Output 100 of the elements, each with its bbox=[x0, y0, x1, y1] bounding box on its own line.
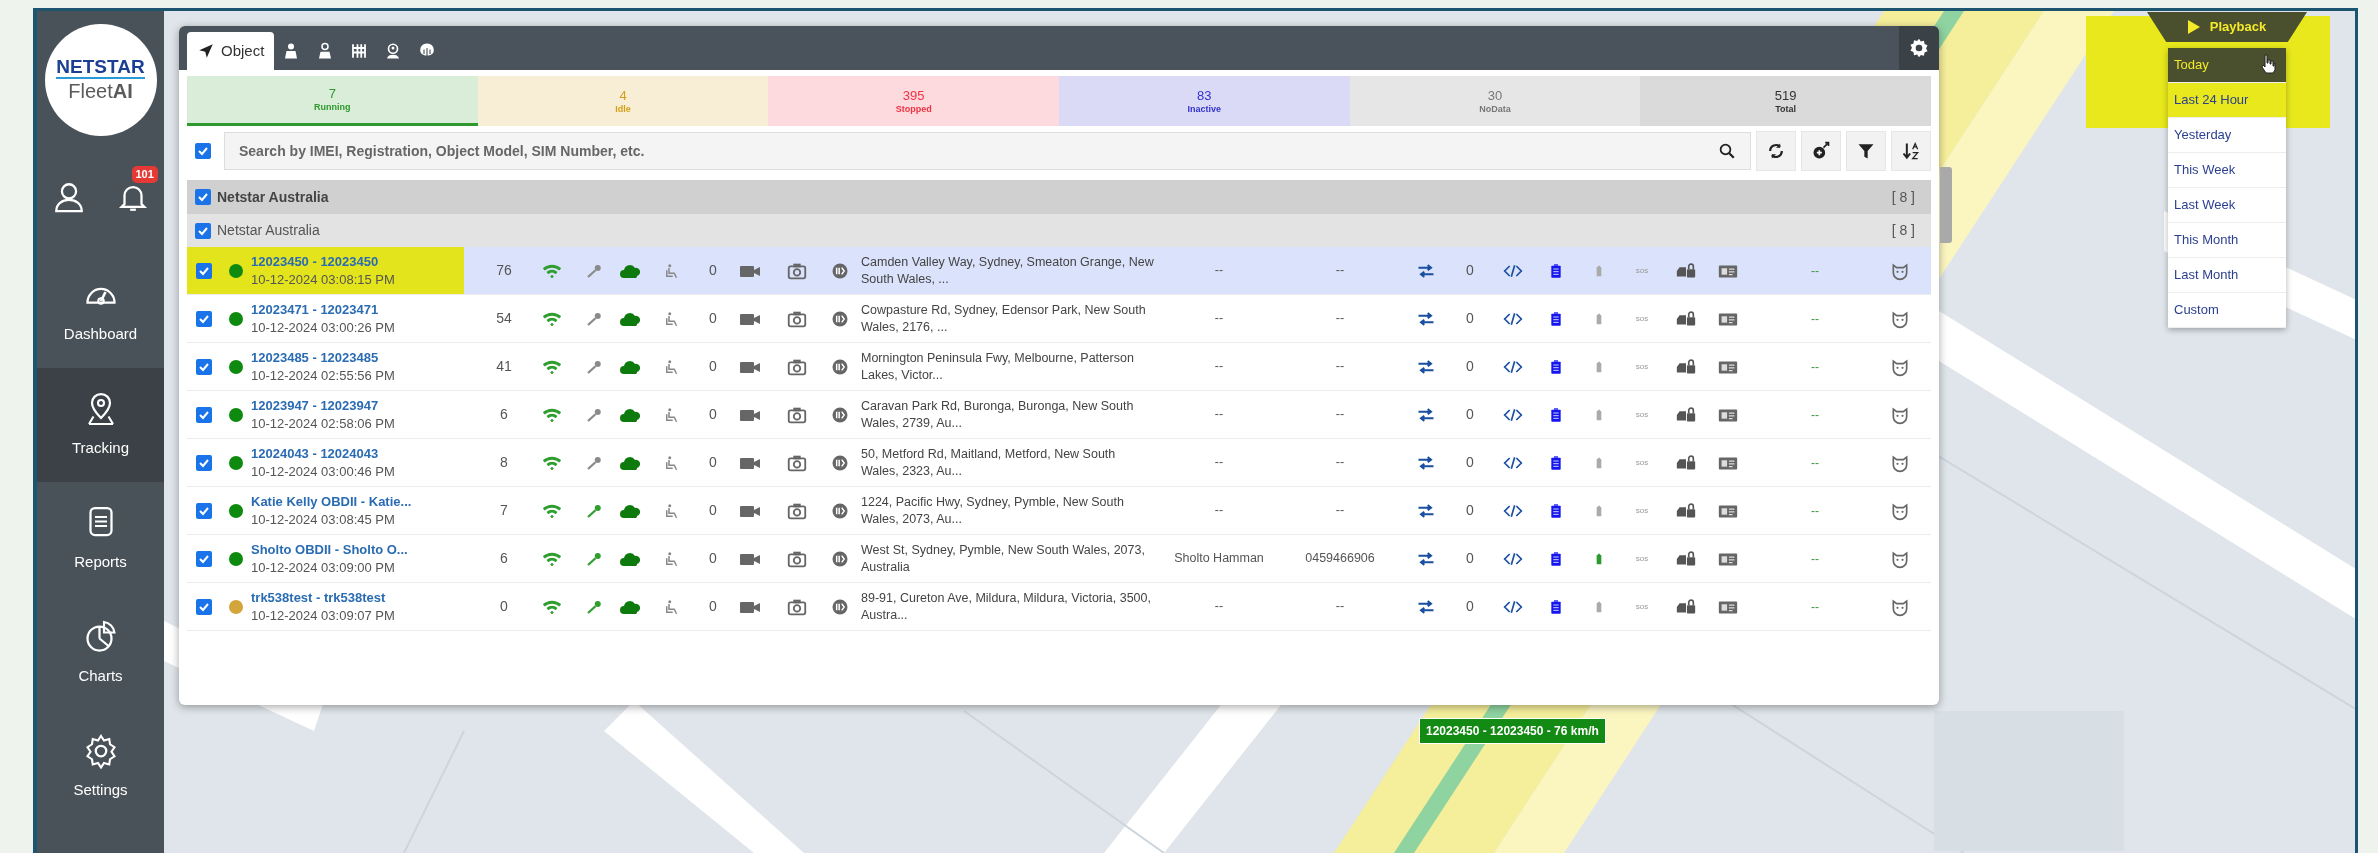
driver-name: -- bbox=[1214, 310, 1224, 327]
checkbox[interactable] bbox=[195, 222, 211, 239]
menu-item[interactable]: Yesterday bbox=[2168, 118, 2286, 153]
search-field[interactable]: Search by IMEI, Registration, Object Model, SIM Number, etc. bbox=[239, 140, 1718, 162]
collapse-handle[interactable] bbox=[1940, 167, 1952, 243]
address-text: Cowpasture Rd, Sydney, Edensor Park, New South Wales, 2176, ... bbox=[861, 301, 1147, 336]
search-icon bbox=[1718, 142, 1736, 160]
address-text: 50, Metford Rd, Maitland, Metford, New South Wales, 2323, Au... bbox=[861, 445, 1117, 480]
count-value: 0 bbox=[1466, 309, 1474, 328]
checkbox[interactable] bbox=[196, 358, 212, 375]
navigation-arrow-icon bbox=[197, 42, 215, 60]
menu-item[interactable]: Today bbox=[2168, 48, 2286, 83]
group-count: [ 8 ] bbox=[1891, 187, 1915, 207]
checkbox[interactable] bbox=[195, 143, 211, 159]
play-icon bbox=[2187, 20, 2200, 34]
speed-value: 6 bbox=[500, 405, 508, 424]
count-value: 0 bbox=[1466, 597, 1474, 616]
nav-item[interactable]: Reports bbox=[37, 482, 164, 596]
count-value: 0 bbox=[709, 309, 717, 328]
vehicle-name-link[interactable]: 12023450 - 12023450 bbox=[251, 252, 484, 270]
settings-icon bbox=[1909, 38, 1929, 58]
group-row[interactable]: Netstar Australia [ 8 ] bbox=[187, 180, 1931, 214]
value-text: -- bbox=[1811, 502, 1819, 520]
timestamp: 10-12-2024 03:08:15 PM bbox=[251, 270, 396, 289]
search-bar[interactable]: Search by IMEI, Registration, Object Model, SIM Number, etc. bbox=[224, 132, 1751, 170]
vehicle-name-link[interactable]: Katie Kelly OBDII - Katie... bbox=[251, 492, 484, 510]
vehicle-name-link[interactable]: 12023947 - 12023947 bbox=[251, 396, 484, 414]
add-marker-icon bbox=[1811, 141, 1831, 161]
sos-label: sos bbox=[1635, 360, 1649, 373]
timestamp: 10-12-2024 03:09:00 PM bbox=[251, 558, 396, 577]
value-text: -- bbox=[1811, 406, 1819, 424]
driver-name: -- bbox=[1214, 598, 1224, 615]
menu-item[interactable]: Last Week bbox=[2168, 188, 2286, 223]
map-marker-label: 12023450 - 12023450 - 76 km/h bbox=[1419, 718, 1606, 744]
count-value: 0 bbox=[1466, 501, 1474, 520]
notification-badge: 101 bbox=[131, 166, 158, 183]
checkbox[interactable] bbox=[196, 502, 212, 519]
vehicle-name-link[interactable]: 12024043 - 12024043 bbox=[251, 444, 484, 462]
count-value: 0 bbox=[1466, 549, 1474, 568]
group-name: Netstar Australia bbox=[217, 221, 320, 240]
status-filter[interactable]: 83 Inactive bbox=[1059, 76, 1350, 126]
sos-label: sos bbox=[1635, 312, 1649, 325]
address-text: Caravan Park Rd, Buronga, Buronga, New South Wales, 2739, Au... bbox=[861, 397, 1135, 432]
vehicle-name-link[interactable]: 12023471 - 12023471 bbox=[251, 300, 484, 318]
add-marker-button[interactable] bbox=[1801, 131, 1841, 171]
status-filter[interactable]: 519 Total bbox=[1640, 76, 1931, 126]
filter-button[interactable] bbox=[1846, 131, 1886, 171]
phone-number: -- bbox=[1335, 358, 1345, 376]
vehicle-name-link[interactable]: 12023485 - 12023485 bbox=[251, 348, 484, 366]
refresh-button[interactable] bbox=[1756, 131, 1796, 171]
checkbox[interactable] bbox=[196, 550, 212, 567]
timestamp: 10-12-2024 03:08:45 PM bbox=[251, 510, 396, 529]
nav-item[interactable]: Charts bbox=[37, 596, 164, 710]
phone-number: -- bbox=[1335, 406, 1345, 424]
menu-item[interactable]: Last 24 Hour bbox=[2168, 83, 2286, 118]
nav-item[interactable]: Settings bbox=[37, 710, 164, 824]
timestamp: 10-12-2024 03:00:26 PM bbox=[251, 318, 396, 337]
sort-icon bbox=[1901, 141, 1921, 161]
value-text: -- bbox=[1811, 550, 1819, 568]
speed-value: 54 bbox=[496, 309, 512, 328]
sos-label: sos bbox=[1635, 504, 1649, 517]
checkbox[interactable] bbox=[196, 310, 212, 327]
menu-item[interactable]: Last Month bbox=[2168, 258, 2286, 293]
status-filter[interactable]: 30 NoData bbox=[1349, 76, 1641, 126]
menu-item[interactable]: Custom bbox=[2168, 293, 2286, 328]
timestamp: 10-12-2024 02:58:06 PM bbox=[251, 414, 396, 433]
speed-value: 0 bbox=[500, 597, 508, 616]
timestamp: 10-12-2024 03:00:46 PM bbox=[251, 462, 396, 481]
pointer-icon bbox=[2260, 54, 2276, 74]
menu-item[interactable]: This Week bbox=[2168, 153, 2286, 188]
count-value: 0 bbox=[1466, 357, 1474, 376]
vehicle-name-link[interactable]: trk538test - trk538test bbox=[251, 588, 484, 606]
tab[interactable]: Object bbox=[187, 32, 275, 70]
count-value: 0 bbox=[709, 453, 717, 472]
address-text: 1224, Pacific Hwy, Sydney, Pymble, New South Wales, 2073, Au... bbox=[861, 493, 1125, 528]
sos-label: sos bbox=[1635, 456, 1649, 469]
filter-icon bbox=[1856, 141, 1876, 161]
driver-name: -- bbox=[1214, 502, 1224, 519]
phone-number: 0459466906 bbox=[1305, 550, 1375, 568]
nav-item[interactable]: Tracking bbox=[37, 368, 164, 482]
vehicle-name-link[interactable]: Sholto OBDII - Sholto O... bbox=[251, 540, 484, 558]
checkbox[interactable] bbox=[196, 598, 212, 615]
menu-item[interactable]: This Month bbox=[2168, 223, 2286, 258]
group-name: Netstar Australia bbox=[217, 187, 329, 207]
nav-item[interactable]: Dashboard bbox=[37, 254, 164, 368]
group-row[interactable]: Netstar Australia [ 8 ] bbox=[187, 214, 1931, 247]
value-text: -- bbox=[1811, 262, 1819, 280]
count-value: 0 bbox=[1466, 261, 1474, 280]
checkbox[interactable] bbox=[195, 189, 211, 205]
sos-label: sos bbox=[1635, 600, 1649, 613]
driver-name: -- bbox=[1214, 358, 1224, 375]
speed-value: 41 bbox=[496, 357, 512, 376]
settings-button[interactable] bbox=[1899, 26, 1939, 70]
checkbox[interactable] bbox=[196, 406, 212, 423]
sort-button[interactable] bbox=[1891, 131, 1931, 171]
checkbox[interactable] bbox=[196, 454, 212, 471]
count-value: 0 bbox=[1466, 453, 1474, 472]
table-row[interactable]: 12023450 - 12023450 10-12-2024 03:08:15 PM 76 0 Camden Valley Way, Sydney, Smeaton Grange, New South Wales, ... -- -- 0 sos -- bbox=[187, 247, 1931, 295]
refresh-icon bbox=[1766, 141, 1786, 161]
count-value: 0 bbox=[709, 549, 717, 568]
